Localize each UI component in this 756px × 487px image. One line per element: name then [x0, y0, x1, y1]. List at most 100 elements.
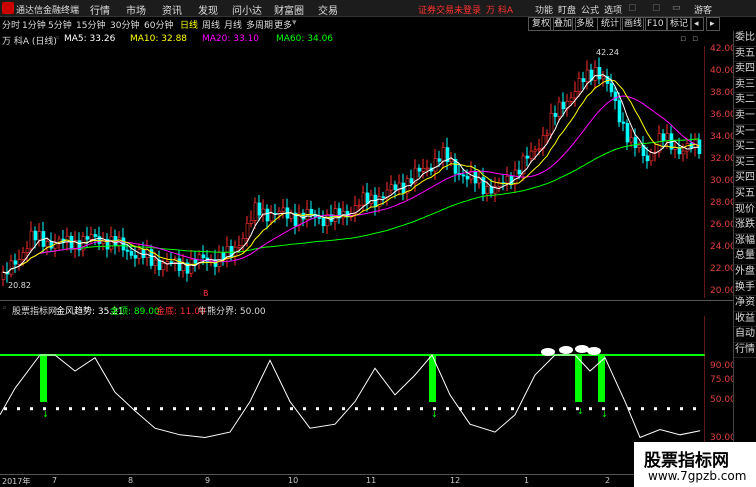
side-buy3[interactable]: 买三: [734, 156, 756, 172]
ind-axis-tick: 75.00: [710, 375, 736, 385]
side-pct[interactable]: 涨幅: [734, 234, 756, 250]
side-sell3[interactable]: 卖三: [734, 78, 756, 94]
side-sell2[interactable]: 卖二: [734, 93, 756, 109]
side-turnover[interactable]: 换手: [734, 281, 756, 297]
dropdown-icon[interactable]: ▾: [292, 18, 297, 28]
btn-f10[interactable]: F10: [643, 17, 668, 31]
candle-body: [517, 169, 522, 175]
period-6[interactable]: 60分钟: [144, 18, 173, 31]
candle-body: [133, 255, 138, 259]
menu-zixun[interactable]: 资讯: [162, 2, 182, 17]
axis-tick: 26.00: [710, 220, 736, 230]
candlestick-chart[interactable]: 42.24 20.82 B: [0, 46, 705, 298]
candle-body: [485, 186, 490, 194]
bull-bear-dot: [238, 407, 241, 411]
side-sell4[interactable]: 卖四: [734, 62, 756, 78]
bull-bear-dot: [446, 407, 449, 411]
ma10-label: MA10: 32.88: [130, 34, 188, 44]
period-10[interactable]: 多周期: [246, 18, 273, 31]
app-logo-icon: [2, 2, 14, 14]
period-7[interactable]: 日线: [180, 18, 198, 31]
candle-body: [129, 251, 134, 256]
period-9[interactable]: 月线: [224, 18, 242, 31]
minimize-icon[interactable]: ▢: [628, 3, 637, 13]
side-quote[interactable]: 行情: [734, 343, 756, 359]
menu-options[interactable]: 选项: [604, 3, 622, 16]
side-buy5[interactable]: 买五: [734, 187, 756, 203]
pane-close-icon[interactable]: ▫: [680, 34, 686, 44]
menu-watch[interactable]: 盯盘: [558, 3, 576, 16]
candle-body: [265, 208, 270, 222]
bull-bear-dot: [394, 407, 397, 411]
menu-wenxiaoda[interactable]: 问小达: [232, 2, 262, 17]
menu-caifuquan[interactable]: 财富圈: [274, 2, 304, 17]
candle-body: [581, 78, 586, 82]
indicator-settings-icon[interactable]: ◦: [2, 304, 7, 314]
period-3[interactable]: 5分钟: [48, 18, 72, 31]
candle-body: [169, 261, 174, 263]
side-change[interactable]: 涨跌: [734, 218, 756, 234]
pane-max-icon[interactable]: ▫: [692, 34, 698, 44]
arrow-right-icon[interactable]: ▸: [706, 17, 720, 31]
menu-faxian[interactable]: 发现: [198, 2, 218, 17]
indicator-header: ◦ 股票指标网 金风趋势: 35.21 金顶: 89.00 金底: 11.00 …: [0, 302, 720, 317]
period-4[interactable]: 15分钟: [76, 18, 105, 31]
watermark: 股票指标网 www.7gpzb.com: [634, 442, 756, 487]
side-weibi[interactable]: 委比: [734, 31, 756, 47]
period-2[interactable]: 1分钟: [22, 18, 46, 31]
side-buy2[interactable]: 买二: [734, 140, 756, 156]
candle-body: [321, 217, 326, 227]
btn-biaoji[interactable]: 标记: [666, 17, 693, 31]
candle-body: [461, 174, 466, 177]
side-auto[interactable]: 自动: [734, 327, 756, 343]
side-volume[interactable]: 总量: [734, 249, 756, 265]
candle-body: [245, 223, 250, 239]
indicator-chart[interactable]: ↓ ↓ ↓ ↓: [0, 316, 705, 458]
window-icon[interactable]: ▭: [672, 3, 681, 13]
side-sell5[interactable]: 卖五: [734, 47, 756, 63]
side-sell1[interactable]: 卖一: [734, 109, 756, 125]
side-netasset[interactable]: 净资: [734, 296, 756, 312]
menu-formula[interactable]: 公式: [581, 3, 599, 16]
candle-body: [361, 192, 366, 206]
period-8[interactable]: 周线: [202, 18, 220, 31]
candle-body: [365, 192, 370, 204]
bull-bear-dot: [82, 407, 85, 411]
signal-arrow-icon: ↓: [42, 410, 49, 419]
low-annotation: 20.82: [8, 281, 31, 290]
side-earning[interactable]: 收益: [734, 312, 756, 328]
menu-function[interactable]: 功能: [535, 3, 553, 16]
side-buy1[interactable]: 买一: [734, 125, 756, 141]
candle-body: [617, 100, 622, 123]
login-warning[interactable]: 证券交易未登录: [418, 3, 481, 16]
bull-bear-dot: [472, 407, 475, 411]
period-11[interactable]: 更多: [274, 18, 292, 31]
menu-jiaoyi[interactable]: 交易: [318, 2, 338, 17]
candle-body: [645, 155, 650, 162]
menu-shichang[interactable]: 市场: [126, 2, 146, 17]
bull-bear-dot: [186, 407, 189, 411]
pane-divider: [0, 300, 733, 301]
restore-icon[interactable]: ▢: [652, 3, 661, 13]
candle-body: [1, 271, 6, 280]
side-outer[interactable]: 外盘: [734, 265, 756, 281]
settings-icon[interactable]: ◦: [55, 34, 60, 44]
candle-body: [557, 101, 562, 117]
bull-bear-dot: [342, 407, 345, 411]
arrow-left-icon[interactable]: ◂: [690, 17, 704, 31]
bull-bear-dot: [355, 407, 358, 411]
candle-body: [665, 133, 670, 142]
signal-bar: [598, 355, 605, 402]
side-price[interactable]: 现价: [734, 203, 756, 219]
top-cap: [559, 346, 573, 354]
period-1[interactable]: 分时: [2, 18, 20, 31]
user-name[interactable]: 游客: [694, 3, 712, 16]
candle-body: [681, 150, 686, 155]
menu-hangqing[interactable]: 行情: [90, 2, 110, 17]
btn-duogu[interactable]: 多股: [572, 17, 599, 31]
period-5[interactable]: 30分钟: [110, 18, 139, 31]
side-buy4[interactable]: 买四: [734, 171, 756, 187]
bull-bear-dot: [368, 407, 371, 411]
axis-tick: 42.00: [710, 44, 736, 54]
candle-body: [417, 167, 422, 172]
